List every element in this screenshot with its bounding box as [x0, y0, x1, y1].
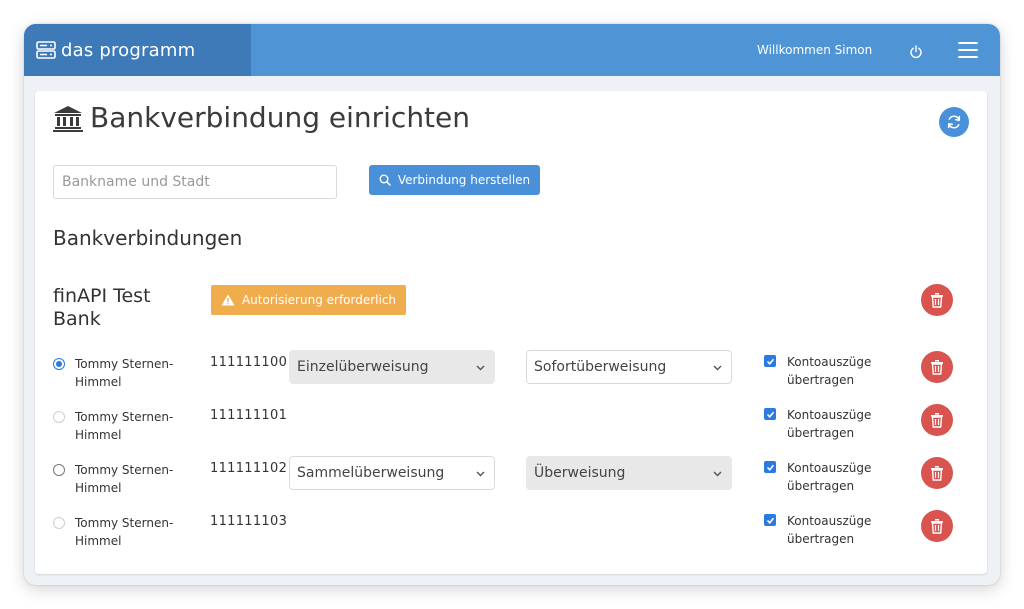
trash-icon — [931, 360, 943, 375]
chevron-down-icon — [476, 471, 485, 477]
refresh-button[interactable] — [939, 107, 969, 137]
account-row: Tommy Sternen-Himmel 111111102 Sammelübe… — [35, 456, 987, 506]
payment-method-value: Sofortüberweisung — [534, 359, 667, 375]
delete-account-button[interactable] — [921, 351, 953, 383]
statements-label: Kontoauszüge übertragen — [787, 408, 872, 440]
checkmark-icon — [766, 411, 774, 418]
refresh-icon — [947, 115, 961, 129]
transfer-type-select[interactable]: Sammelüberweisung — [289, 456, 495, 490]
hamburger-icon[interactable] — [958, 42, 978, 58]
account-holder: Tommy Sternen-Himmel — [75, 357, 174, 389]
app-name: das programm — [61, 39, 196, 61]
search-icon — [379, 174, 391, 186]
bank-name: finAPI Test Bank — [53, 285, 151, 330]
account-holder: Tommy Sternen-Himmel — [75, 516, 174, 548]
account-holder: Tommy Sternen-Himmel — [75, 410, 174, 442]
account-holder: Tommy Sternen-Himmel — [75, 463, 174, 495]
bank-search-input[interactable] — [53, 165, 337, 199]
connect-button-label: Verbindung herstellen — [397, 173, 531, 187]
checkmark-icon — [766, 517, 774, 524]
account-radio[interactable] — [53, 464, 65, 476]
statements-label: Kontoauszüge übertragen — [787, 514, 872, 546]
account-row: Tommy Sternen-Himmel 111111101 Kontoausz… — [35, 403, 987, 453]
power-icon[interactable] — [909, 44, 923, 59]
chevron-down-icon — [713, 365, 722, 371]
delete-account-button[interactable] — [921, 404, 953, 436]
server-stack-icon — [36, 40, 56, 60]
account-radio[interactable] — [53, 358, 65, 370]
section-heading: Bankverbindungen — [53, 226, 243, 250]
payment-method-select[interactable]: Sofortüberweisung — [526, 350, 732, 384]
trash-icon — [931, 293, 943, 308]
page-header: Bankverbindung einrichten — [52, 101, 470, 134]
statements-checkbox[interactable] — [764, 408, 776, 420]
delete-account-button[interactable] — [921, 457, 953, 489]
account-row: Tommy Sternen-Himmel 111111100 Einzelübe… — [35, 350, 987, 400]
warning-label: Autorisierung erforderlich — [241, 293, 397, 307]
statements-checkbox[interactable] — [764, 461, 776, 473]
welcome-text: Willkommen Simon — [757, 43, 873, 57]
top-bar: das programm Willkommen Simon — [24, 24, 1000, 76]
statements-checkbox[interactable] — [764, 355, 776, 367]
account-number: 111111103 — [210, 514, 288, 529]
account-radio[interactable] — [53, 411, 65, 423]
transfer-type-value: Sammelüberweisung — [297, 465, 445, 481]
account-row: Tommy Sternen-Himmel 111111103 Kontoausz… — [35, 509, 987, 559]
statements-checkbox[interactable] — [764, 514, 776, 526]
bank-icon — [52, 104, 84, 132]
payment-method-select[interactable]: Überweisung — [526, 456, 732, 490]
main-card: Bankverbindung einrichten Verbindung her… — [35, 91, 987, 574]
statements-label: Kontoauszüge übertragen — [787, 461, 872, 493]
delete-bank-button[interactable] — [921, 284, 953, 316]
warning-triangle-icon — [221, 294, 235, 306]
chevron-down-icon — [713, 471, 722, 477]
page-title: Bankverbindung einrichten — [90, 101, 471, 134]
trash-icon — [931, 413, 943, 428]
transfer-type-select[interactable]: Einzelüberweisung — [289, 350, 495, 384]
connect-button[interactable]: Verbindung herstellen — [369, 165, 540, 195]
payment-method-value: Überweisung — [534, 465, 626, 481]
account-number: 111111100 — [210, 355, 288, 370]
chevron-down-icon — [476, 365, 485, 371]
trash-icon — [931, 519, 943, 534]
account-number: 111111101 — [210, 408, 288, 423]
statements-label: Kontoauszüge übertragen — [787, 355, 872, 387]
delete-account-button[interactable] — [921, 510, 953, 542]
transfer-type-value: Einzelüberweisung — [297, 359, 429, 375]
trash-icon — [931, 466, 943, 481]
checkmark-icon — [766, 464, 774, 471]
account-number: 111111102 — [210, 461, 288, 476]
checkmark-icon — [766, 358, 774, 365]
authorization-required-button[interactable]: Autorisierung erforderlich — [211, 285, 406, 315]
brand[interactable]: das programm — [24, 24, 251, 76]
app-window: das programm Willkommen Simon Bankverbin… — [24, 24, 1000, 585]
account-radio[interactable] — [53, 517, 65, 529]
